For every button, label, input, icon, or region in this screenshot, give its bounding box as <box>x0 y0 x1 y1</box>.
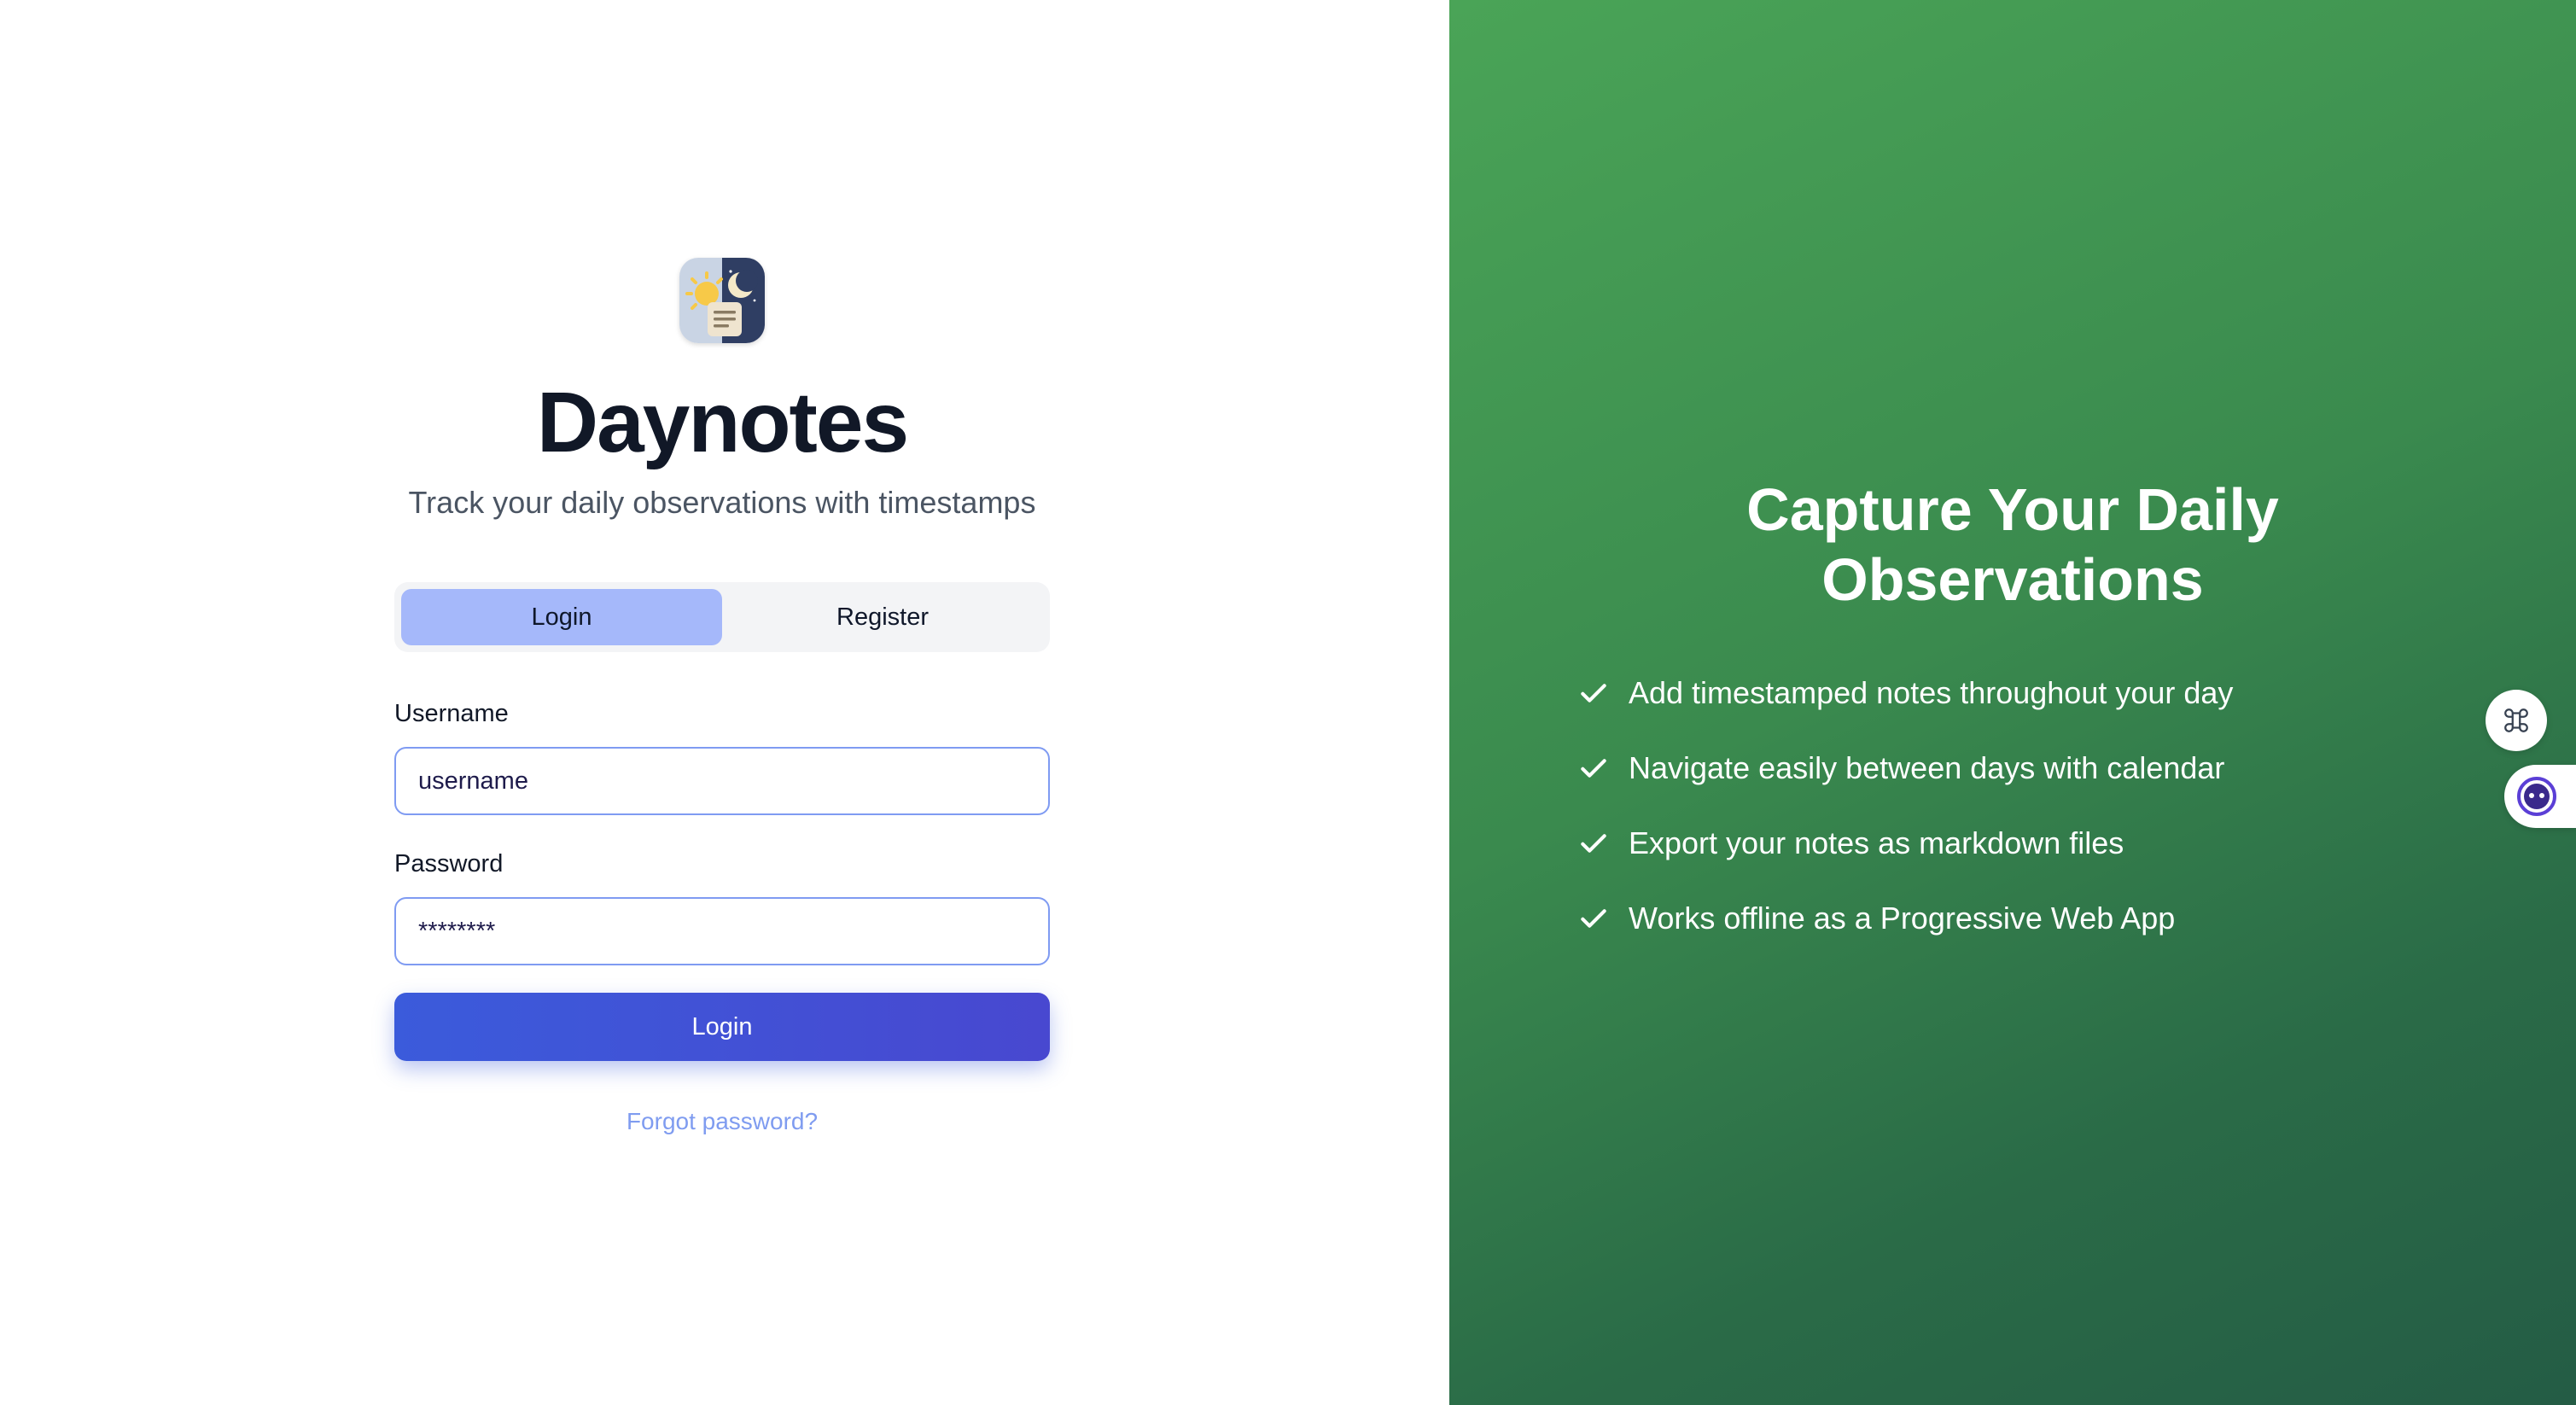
assistant-face-icon <box>2517 777 2556 816</box>
feature-text: Navigate easily between days with calend… <box>1629 750 2225 785</box>
checkmark-icon <box>1581 684 1606 702</box>
app-subtitle: Track your daily observations with times… <box>408 485 1036 520</box>
feature-text: Add timestamped notes throughout your da… <box>1629 675 2234 710</box>
forgot-password-link[interactable]: Forgot password? <box>0 1108 1444 1135</box>
username-field[interactable] <box>394 747 1050 815</box>
checkmark-icon <box>1581 759 1606 778</box>
command-icon <box>2504 708 2528 732</box>
feature-item: Export your notes as markdown files <box>1577 806 2233 881</box>
hero-panel: Capture Your Daily Observations Add time… <box>1449 0 2576 1405</box>
login-button[interactable]: Login <box>394 993 1050 1061</box>
feature-item: Works offline as a Progressive Web App <box>1577 881 2233 956</box>
login-panel: Daynotes Track your daily observations w… <box>0 0 1449 1405</box>
feature-list: Add timestamped notes throughout your da… <box>1577 656 2233 956</box>
app-title: Daynotes <box>536 375 909 470</box>
feature-text: Works offline as a Progressive Web App <box>1629 901 2176 936</box>
hero-title-line1: Capture Your Daily <box>1746 476 2279 543</box>
app-logo-icon <box>679 258 765 343</box>
feature-item: Navigate easily between days with calend… <box>1577 731 2233 806</box>
shortcuts-button[interactable] <box>2486 690 2547 751</box>
hero-title-line2: Observations <box>1821 546 2204 613</box>
checkmark-icon <box>1581 834 1606 853</box>
auth-tabs: Login Register <box>394 582 1050 652</box>
username-label: Username <box>394 700 509 727</box>
tab-register[interactable]: Register <box>722 589 1043 645</box>
assistant-button[interactable] <box>2504 765 2576 828</box>
password-field[interactable] <box>394 897 1050 965</box>
feature-item: Add timestamped notes throughout your da… <box>1577 656 2233 731</box>
login-page: Daynotes Track your daily observations w… <box>0 0 2576 1405</box>
tab-login[interactable]: Login <box>401 589 722 645</box>
hero-title: Capture Your Daily Observations <box>1449 475 2576 615</box>
feature-text: Export your notes as markdown files <box>1629 825 2124 860</box>
password-label: Password <box>394 850 504 877</box>
checkmark-icon <box>1581 909 1606 928</box>
